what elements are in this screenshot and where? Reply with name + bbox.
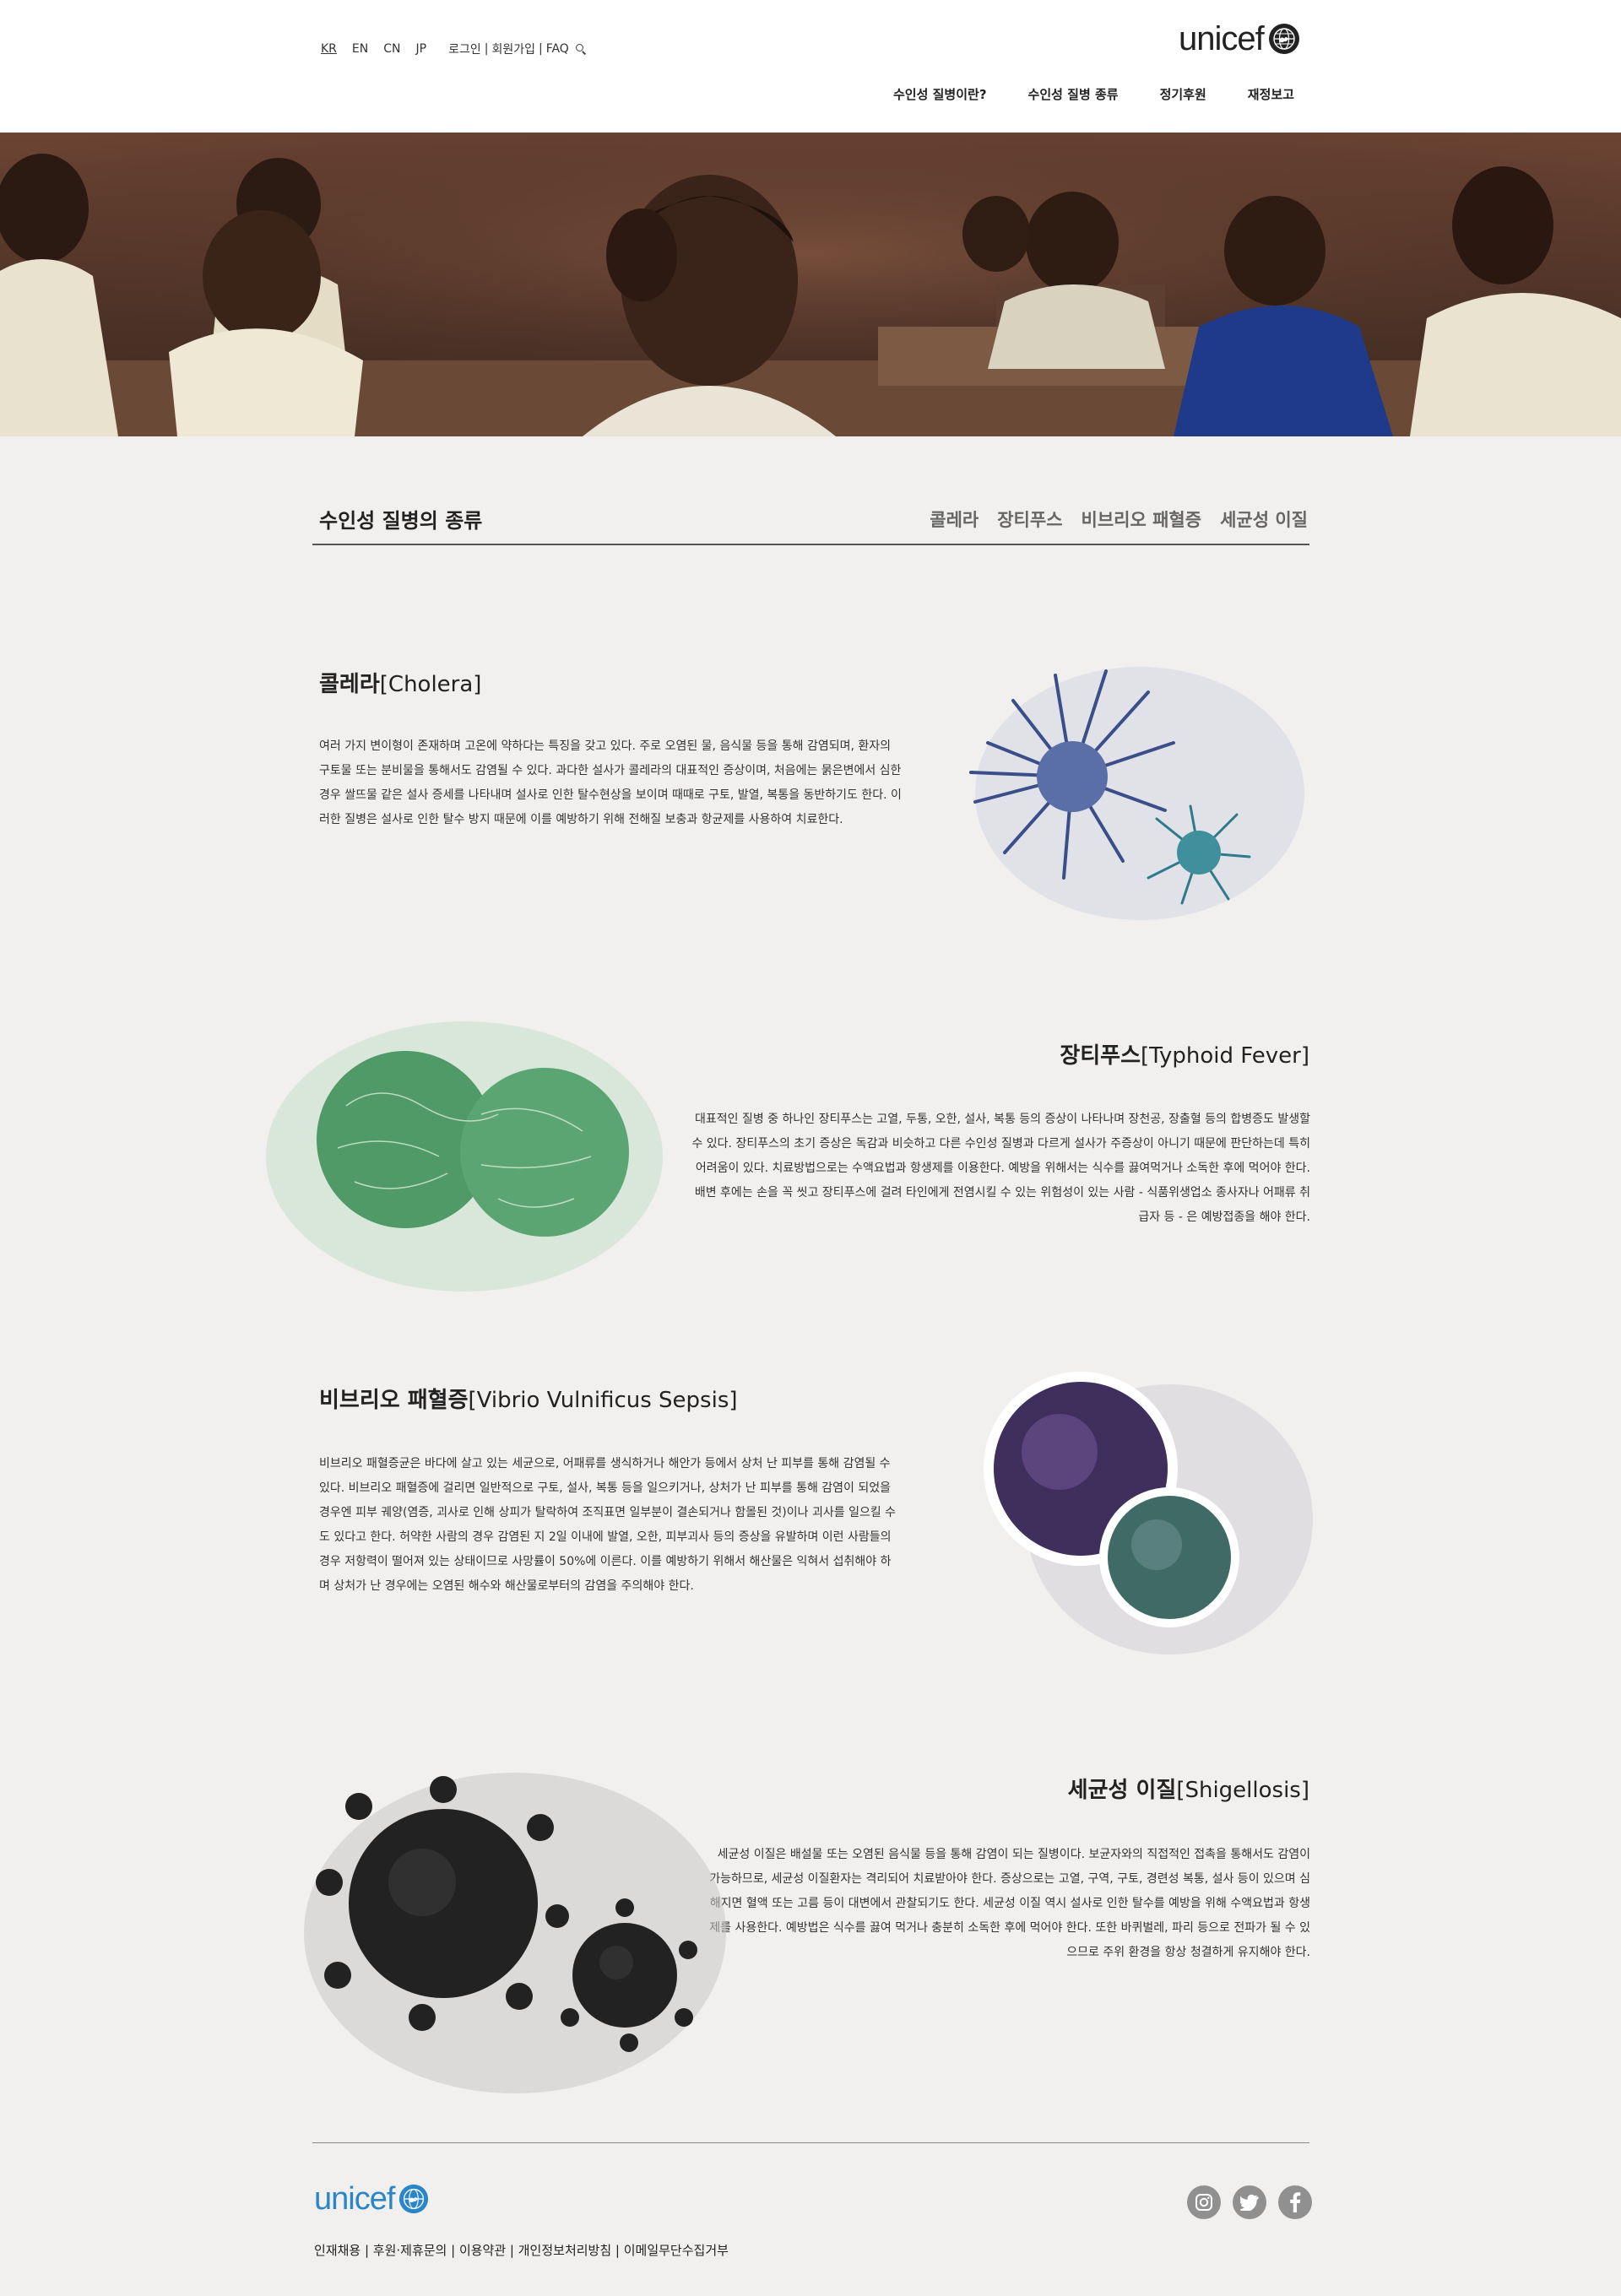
cholera-virus-image [969, 667, 1304, 920]
tab-vibrio[interactable]: 비브리오 패혈증 [1082, 506, 1202, 532]
shigellosis-name-en: [Shigellosis] [1176, 1778, 1309, 1803]
nav-regular-donation[interactable]: 정기후원 [1160, 85, 1206, 103]
lang-jp[interactable]: JP [416, 42, 427, 56]
lang-cn[interactable]: CN [383, 42, 400, 56]
logo-text: unicef [1179, 20, 1265, 57]
tab-shigellosis[interactable]: 세균성 이질 [1220, 506, 1308, 532]
typhoid-name-ko: 장티푸스 [1060, 1043, 1141, 1069]
unicef-logo[interactable]: unicef [1179, 22, 1301, 56]
facebook-icon[interactable] [1278, 2185, 1312, 2219]
site-header: KR EN CN JP 로그인 | 회원가입 | FAQ unicef 수인성 … [0, 0, 1621, 133]
shigellosis-name-ko: 세균성 이질 [1067, 1778, 1177, 1803]
faq-link[interactable]: FAQ [546, 42, 569, 56]
lang-kr[interactable]: KR [321, 42, 337, 56]
vibrio-name-en: [Vibrio Vulnificus Sepsis] [468, 1388, 738, 1413]
shigellosis-description: 세균성 이질은 배설물 또는 오염된 음식물 등을 통해 감염이 되는 질병이다… [709, 1848, 1310, 1959]
typhoid-bacteria-image [266, 1021, 663, 1292]
hero-image-classroom [0, 133, 1621, 436]
utility-bar: KR EN CN JP 로그인 | 회원가입 | FAQ [321, 41, 586, 57]
search-icon[interactable] [575, 44, 586, 55]
hero-illustration [0, 133, 1621, 436]
typhoid-name-en: [Typhoid Fever] [1141, 1043, 1309, 1069]
vibrio-name-ko: 비브리오 패혈증 [319, 1388, 469, 1413]
globe-emblem-icon [1268, 24, 1299, 54]
main-nav: 수인성 질병이란? 수인성 질병 종류 정기후원 재정보고 [893, 85, 1294, 103]
footer-links[interactable]: 인재채용 | 후원·제휴문의 | 이용약관 | 개인정보처리방침 | 이메일무단… [314, 2241, 729, 2259]
cholera-description: 여러 가지 변이형이 존재하며 고온에 약하다는 특징을 갖고 있다. 주로 오… [319, 739, 902, 826]
footer-globe-emblem-icon [399, 2184, 429, 2214]
footer-logo-text: unicef [314, 2181, 395, 2217]
typhoid-description: 대표적인 질병 중 하나인 장티푸스는 고열, 두통, 오한, 설사, 복통 등… [691, 1113, 1310, 1224]
divider: | [538, 42, 543, 56]
divider: | [484, 42, 489, 56]
account-links: 로그인 | 회원가입 | FAQ [448, 41, 586, 57]
cholera-title: 콜레라[Cholera] [319, 667, 481, 698]
cholera-name-ko: 콜레라 [319, 672, 380, 697]
lang-en[interactable]: EN [352, 42, 368, 56]
nav-disease-types[interactable]: 수인성 질병 종류 [1028, 85, 1119, 103]
section-divider [312, 544, 1309, 545]
disease-tabs: 콜레라 장티푸스 비브리오 패혈증 세균성 이질 [911, 506, 1308, 532]
vibrio-description: 비브리오 패혈증균은 바다에 살고 있는 세균으로, 어패류를 생식하거나 해안… [319, 1457, 897, 1593]
shigellosis-title: 세균성 이질[Shigellosis] [1068, 1773, 1309, 1804]
nav-financial-report[interactable]: 재정보고 [1248, 85, 1294, 103]
cholera-name-en: [Cholera] [379, 672, 482, 697]
vibrio-title: 비브리오 패혈증[Vibrio Vulnificus Sepsis] [319, 1383, 738, 1414]
footer-divider [312, 2142, 1309, 2143]
signup-link[interactable]: 회원가입 [491, 41, 535, 57]
shigellosis-bacteria-image [304, 1773, 726, 2093]
nav-what-is[interactable]: 수인성 질병이란? [893, 85, 987, 103]
tab-cholera[interactable]: 콜레라 [930, 506, 979, 532]
vibrio-bacteria-image [984, 1372, 1313, 1654]
typhoid-title: 장티푸스[Typhoid Fever] [1060, 1038, 1309, 1069]
twitter-icon[interactable] [1233, 2185, 1266, 2219]
section-title: 수인성 질병의 종류 [319, 509, 483, 533]
instagram-icon[interactable] [1187, 2185, 1221, 2219]
social-links [1175, 2185, 1312, 2219]
footer-unicef-logo[interactable]: unicef [314, 2183, 430, 2215]
tab-typhoid[interactable]: 장티푸스 [997, 506, 1062, 532]
login-link[interactable]: 로그인 [448, 41, 481, 57]
